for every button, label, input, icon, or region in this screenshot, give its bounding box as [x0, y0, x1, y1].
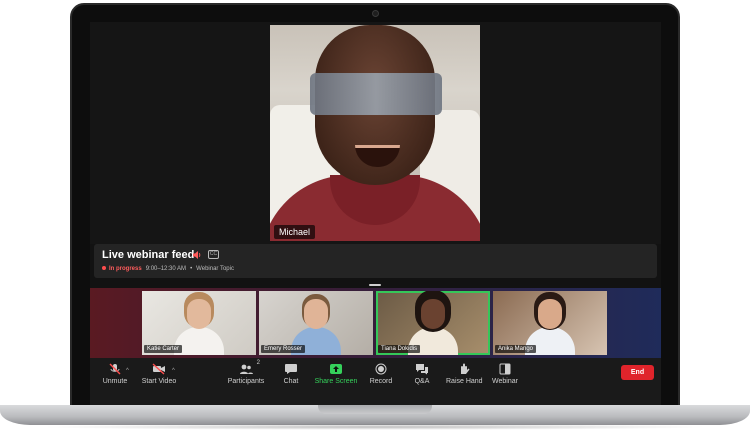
participants-icon: 2: [239, 360, 260, 375]
participant-name: Emery Rosser: [261, 345, 306, 353]
participant-tile[interactable]: Katie Carter: [142, 291, 256, 355]
share-screen-button[interactable]: Share Screen: [314, 363, 358, 385]
participant-tile-active[interactable]: Tiana Dokidis: [376, 291, 490, 355]
laptop-frame: Michael Live webinar feed CC In progress…: [0, 0, 750, 431]
record-button[interactable]: Record: [368, 363, 394, 385]
active-speaker-video[interactable]: Michael: [270, 25, 480, 241]
webinar-icon: [499, 363, 511, 375]
participants-count: 2: [256, 360, 260, 366]
laptop-shadow: [40, 424, 710, 430]
participant-head: [304, 299, 328, 329]
share-screen-icon: [330, 364, 342, 374]
start-video-button[interactable]: Start Video: [138, 363, 180, 385]
qa-button[interactable]: Q&A: [412, 363, 432, 385]
qa-icon: [416, 364, 428, 375]
participant-head: [187, 299, 211, 329]
chat-icon: [285, 364, 297, 374]
raise-hand-icon: [461, 363, 470, 374]
video-off-icon: [152, 363, 165, 375]
audio-options-caret[interactable]: ^: [126, 368, 129, 374]
chat-label: Chat: [283, 378, 299, 385]
status-separator: •: [190, 266, 193, 272]
participant-name: Anika Mango: [495, 345, 537, 353]
video-options-caret[interactable]: ^: [172, 368, 175, 374]
participants-label: Participants: [227, 378, 265, 385]
chat-button[interactable]: Chat: [280, 363, 302, 385]
webinar-status-line: In progress 9:00–12:30 AM • Webinar Topic: [102, 266, 234, 272]
participants-button[interactable]: 2 Participants: [226, 360, 266, 385]
share-screen-label: Share Screen: [314, 378, 358, 385]
unmute-button[interactable]: Unmute: [96, 363, 134, 385]
qa-label: Q&A: [414, 378, 430, 385]
closed-captions-icon[interactable]: CC: [208, 250, 219, 259]
record-icon: [375, 363, 387, 375]
meeting-toolbar: Unmute ^ Start Video ^ 2 Participants Ch…: [90, 358, 661, 405]
live-status: In progress: [109, 266, 142, 272]
speaker-stage: Michael: [90, 22, 661, 244]
participant-name: Katie Carter: [144, 345, 183, 353]
participant-name: Tiana Dokidis: [378, 345, 421, 353]
unmute-label: Unmute: [102, 378, 128, 385]
participant-head: [538, 299, 562, 329]
webinar-info-bar: Live webinar feed CC In progress 9:00–12:…: [94, 244, 657, 278]
speaker-sunglasses: [310, 73, 442, 115]
raise-hand-label: Raise Hand: [446, 378, 483, 385]
webinar-button[interactable]: Webinar: [490, 363, 520, 385]
webinar-title: Live webinar feed: [102, 249, 195, 261]
participant-tile[interactable]: Emery Rosser: [259, 291, 373, 355]
participant-head: [421, 299, 445, 329]
webinar-label: Webinar: [492, 378, 518, 385]
record-label: Record: [369, 378, 393, 385]
speaker-volume-icon[interactable]: [192, 250, 202, 260]
start-video-label: Start Video: [141, 378, 177, 385]
raise-hand-button[interactable]: Raise Hand: [446, 363, 483, 385]
participant-gallery: Katie Carter Emery Rosser Tiana Dokidis: [90, 288, 661, 358]
webinar-topic: Webinar Topic: [196, 266, 234, 272]
webcam-dot: [372, 10, 379, 17]
resize-handle[interactable]: [369, 284, 381, 286]
participant-tile[interactable]: Anika Mango: [493, 291, 607, 355]
end-meeting-button[interactable]: End: [621, 365, 654, 380]
microphone-muted-icon: [109, 363, 121, 375]
live-indicator-dot: [102, 266, 106, 271]
meeting-window: Michael Live webinar feed CC In progress…: [90, 22, 661, 405]
webinar-time: 9:00–12:30 AM: [145, 266, 187, 272]
speaker-name-label: Michael: [274, 225, 316, 239]
laptop-notch: [318, 405, 432, 414]
